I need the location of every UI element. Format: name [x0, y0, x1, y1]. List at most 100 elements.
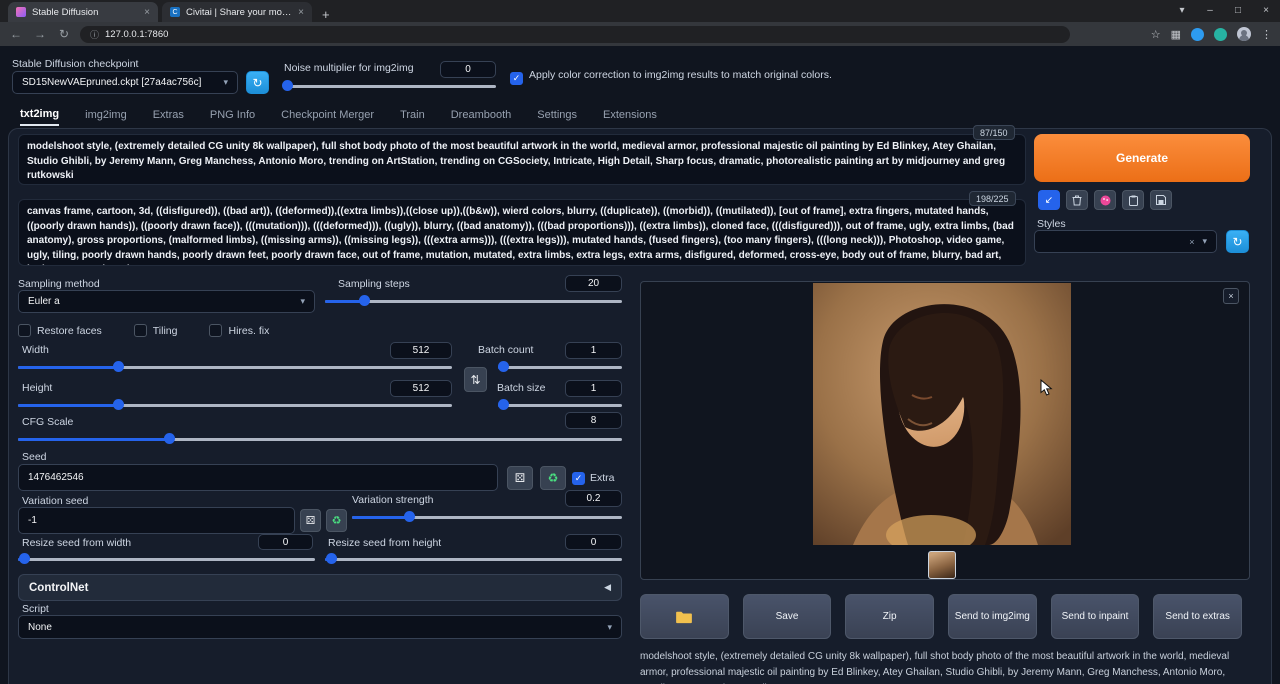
slider-handle[interactable]: [113, 361, 124, 372]
width-value[interactable]: 512: [390, 342, 452, 359]
clear-prompt-button[interactable]: [1066, 190, 1088, 210]
batch-size-value[interactable]: 1: [565, 380, 622, 397]
tab-close-icon[interactable]: ×: [298, 7, 304, 18]
save-button[interactable]: Save: [743, 594, 832, 639]
tiling-checkbox[interactable]: [134, 324, 147, 337]
close-image-button[interactable]: ×: [1223, 288, 1239, 304]
send-to-extras-button[interactable]: Send to extras: [1153, 594, 1242, 639]
width-slider[interactable]: [18, 361, 452, 373]
noise-multiplier-slider[interactable]: [284, 80, 496, 92]
close-window-icon[interactable]: ×: [1252, 0, 1280, 22]
apps-grid-icon[interactable]: ▦: [1171, 28, 1181, 41]
profile-avatar[interactable]: [1237, 27, 1251, 41]
cfg-scale-slider[interactable]: [18, 433, 622, 445]
sampling-steps-slider[interactable]: [325, 295, 622, 307]
slider-handle[interactable]: [282, 80, 293, 91]
random-variation-seed-button[interactable]: ⚄: [300, 509, 321, 532]
tab-extensions[interactable]: Extensions: [603, 109, 657, 125]
sampling-method-dropdown[interactable]: Euler a ▾: [18, 290, 315, 313]
slider-handle[interactable]: [498, 399, 509, 410]
extra-networks-button[interactable]: [1094, 190, 1116, 210]
random-seed-button[interactable]: ⚄: [507, 466, 533, 490]
tab-extras[interactable]: Extras: [153, 109, 184, 125]
apply-style-button[interactable]: [1122, 190, 1144, 210]
styles-dropdown[interactable]: × ▾: [1034, 230, 1217, 253]
variation-strength-slider[interactable]: [352, 511, 622, 523]
browser-navbar: ← → ↻ ⓘ 127.0.0.1:7860 ☆ ▦ ⋮: [0, 22, 1280, 46]
batch-size-slider[interactable]: [498, 399, 622, 411]
open-folder-button[interactable]: [640, 594, 729, 639]
reuse-variation-seed-button[interactable]: ♻: [326, 509, 347, 532]
noise-multiplier-label: Noise multiplier for img2img: [284, 62, 414, 74]
script-dropdown[interactable]: None ▾: [18, 615, 622, 639]
resize-seed-height-value[interactable]: 0: [565, 534, 622, 550]
slider-handle[interactable]: [113, 399, 124, 410]
reload-icon[interactable]: ↻: [56, 27, 72, 41]
slider-handle[interactable]: [404, 511, 415, 522]
tab-close-icon[interactable]: ×: [144, 7, 150, 18]
generated-image[interactable]: [813, 283, 1071, 545]
variation-seed-input[interactable]: -1: [18, 507, 295, 534]
maximize-icon[interactable]: □: [1224, 0, 1252, 22]
menu-kebab-icon[interactable]: ⋮: [1261, 28, 1272, 41]
forward-icon[interactable]: →: [32, 27, 48, 41]
browser-tab-title: Civitai | Share your models: [186, 7, 292, 18]
slider-handle[interactable]: [498, 361, 509, 372]
negative-prompt-textarea[interactable]: canvas frame, cartoon, 3d, ((disfigured)…: [18, 199, 1026, 266]
cfg-scale-value[interactable]: 8: [565, 412, 622, 429]
site-info-icon[interactable]: ⓘ: [90, 28, 99, 41]
back-icon[interactable]: ←: [8, 27, 24, 41]
address-bar[interactable]: ⓘ 127.0.0.1:7860: [80, 26, 1070, 43]
hires-fix-checkbox[interactable]: [209, 324, 222, 337]
resize-seed-width-value[interactable]: 0: [258, 534, 313, 550]
browser-tab-civitai[interactable]: C Civitai | Share your models ×: [162, 2, 312, 22]
noise-multiplier-value[interactable]: 0: [440, 61, 496, 78]
gallery-thumbnail[interactable]: [928, 551, 956, 579]
tab-txt2img[interactable]: txt2img: [20, 108, 59, 126]
batch-count-value[interactable]: 1: [565, 342, 622, 359]
slider-handle[interactable]: [164, 433, 175, 444]
refresh-checkpoints-button[interactable]: ↻: [246, 71, 269, 94]
restore-faces-checkbox[interactable]: [18, 324, 31, 337]
resize-seed-width-slider[interactable]: [18, 553, 315, 565]
resize-seed-height-slider[interactable]: [325, 553, 622, 565]
slider-handle[interactable]: [359, 295, 370, 306]
prompt-textarea[interactable]: modelshoot style, (extremely detailed CG…: [18, 134, 1026, 185]
color-correction-checkbox[interactable]: ✓: [510, 72, 523, 85]
minimize-icon[interactable]: –: [1196, 0, 1224, 22]
height-slider[interactable]: [18, 399, 452, 411]
zip-button[interactable]: Zip: [845, 594, 934, 639]
tab-dreambooth[interactable]: Dreambooth: [451, 109, 512, 125]
new-tab-button[interactable]: +: [322, 7, 330, 22]
tab-img2img[interactable]: img2img: [85, 109, 127, 125]
sampling-steps-value[interactable]: 20: [565, 275, 622, 292]
extension-blue-icon[interactable]: [1191, 28, 1204, 41]
tab-png-info[interactable]: PNG Info: [210, 109, 255, 125]
checkpoint-dropdown[interactable]: SD15NewVAEpruned.ckpt [27a4ac756c] ▾: [12, 71, 238, 94]
bookmark-star-icon[interactable]: ☆: [1151, 28, 1161, 41]
reuse-seed-button[interactable]: ♻: [540, 466, 566, 490]
height-value[interactable]: 512: [390, 380, 452, 397]
paste-params-button[interactable]: ↙: [1038, 190, 1060, 210]
refresh-styles-button[interactable]: ↻: [1226, 230, 1249, 253]
slider-handle[interactable]: [326, 553, 337, 564]
controlnet-accordion[interactable]: ControlNet ◀: [18, 574, 622, 601]
clear-styles-icon[interactable]: ×: [1189, 237, 1194, 247]
tab-settings[interactable]: Settings: [537, 109, 577, 125]
browser-tab-stable-diffusion[interactable]: Stable Diffusion ×: [8, 2, 158, 22]
send-to-inpaint-button[interactable]: Send to inpaint: [1051, 594, 1140, 639]
seed-extra-checkbox[interactable]: ✓: [572, 472, 585, 485]
generate-button[interactable]: Generate: [1034, 134, 1250, 182]
send-to-img2img-button[interactable]: Send to img2img: [948, 594, 1037, 639]
slider-handle[interactable]: [19, 553, 30, 564]
tab-search-icon[interactable]: ▾: [1168, 0, 1196, 22]
variation-strength-value[interactable]: 0.2: [565, 490, 622, 507]
save-style-button[interactable]: [1150, 190, 1172, 210]
tab-train[interactable]: Train: [400, 109, 425, 125]
extension-teal-icon[interactable]: [1214, 28, 1227, 41]
seed-input[interactable]: 1476462546: [18, 464, 498, 491]
tab-checkpoint-merger[interactable]: Checkpoint Merger: [281, 109, 374, 125]
trash-icon: [1072, 195, 1082, 206]
swap-dimensions-button[interactable]: ⇅: [464, 367, 487, 392]
batch-count-slider[interactable]: [498, 361, 622, 373]
